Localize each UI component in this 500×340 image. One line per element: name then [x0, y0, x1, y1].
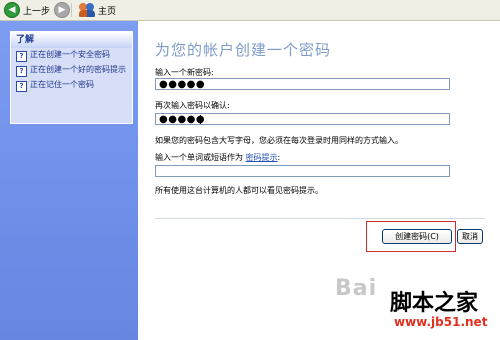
- new-password-value: ●●●●●: [159, 79, 206, 90]
- help-icon: ?: [16, 66, 27, 77]
- panel-title: 了解: [11, 32, 132, 48]
- divider: [155, 218, 485, 219]
- text-caret: [200, 115, 201, 124]
- toolbar: ◀ 上一步 ▶ 主页: [0, 0, 500, 21]
- help-icon: ?: [16, 81, 27, 92]
- confirm-password-field[interactable]: ●●●●●: [155, 113, 450, 125]
- forward-arrow-icon: ▶: [54, 2, 70, 18]
- new-password-field[interactable]: ●●●●●: [155, 78, 450, 90]
- sidebar-item-label: 正在记住一个密码: [30, 80, 94, 89]
- site-name-watermark: 脚本之家: [390, 291, 479, 316]
- site-url-watermark: www.jb51.net: [394, 315, 488, 329]
- create-password-button[interactable]: 创建密码(C): [382, 229, 452, 244]
- hint-visibility-note: 所有使用这台计算机的人都可以看见密码提示。: [155, 186, 323, 195]
- back-arrow-icon: ◀: [4, 2, 20, 18]
- page-title: 为您的帐户创建一个密码: [155, 41, 332, 59]
- sidebar-item-password-hint[interactable]: ? 正在创建一个好的密码提示: [11, 63, 132, 78]
- hint-label-suffix: :: [277, 153, 281, 162]
- user-accounts-icon: [79, 3, 95, 17]
- forward-button[interactable]: ▶: [54, 2, 70, 18]
- home-button-label: 主页: [98, 6, 117, 17]
- sidebar-item-secure-password[interactable]: ? 正在创建一个安全密码: [11, 48, 132, 63]
- sidebar: 了解 ? 正在创建一个安全密码 ? 正在创建一个好的密码提示 ? 正在记住一个密…: [0, 21, 138, 340]
- back-button[interactable]: ◀ 上一步: [4, 2, 50, 18]
- cancel-button[interactable]: 取消: [457, 229, 483, 244]
- password-hint-label: 输入一个单词或短语作为 密码提示:: [155, 152, 280, 163]
- sidebar-item-label: 正在创建一个安全密码: [30, 50, 110, 59]
- toolbar-separator: [71, 3, 72, 17]
- baidu-watermark: Bai: [335, 276, 378, 301]
- confirm-password-value: ●●●●●: [159, 114, 206, 125]
- password-hint-link[interactable]: 密码提示: [246, 153, 278, 162]
- home-button[interactable]: 主页: [79, 2, 116, 18]
- password-hint-field[interactable]: [155, 165, 450, 177]
- new-password-label: 输入一个新密码:: [155, 68, 214, 77]
- help-icon: ?: [16, 51, 27, 62]
- learn-about-panel: 了解 ? 正在创建一个安全密码 ? 正在创建一个好的密码提示 ? 正在记住一个密…: [10, 31, 133, 124]
- case-sensitivity-notice: 如果您的密码包含大写字母，您必须在每次登录时用同样的方式输入。: [155, 136, 403, 145]
- sidebar-item-label: 正在创建一个好的密码提示: [30, 65, 126, 74]
- hint-label-prefix: 输入一个单词或短语作为: [155, 153, 243, 162]
- confirm-password-label: 再次输入密码以确认:: [155, 101, 230, 110]
- sidebar-item-remember-password[interactable]: ? 正在记住一个密码: [11, 78, 132, 93]
- back-button-label: 上一步: [23, 6, 51, 17]
